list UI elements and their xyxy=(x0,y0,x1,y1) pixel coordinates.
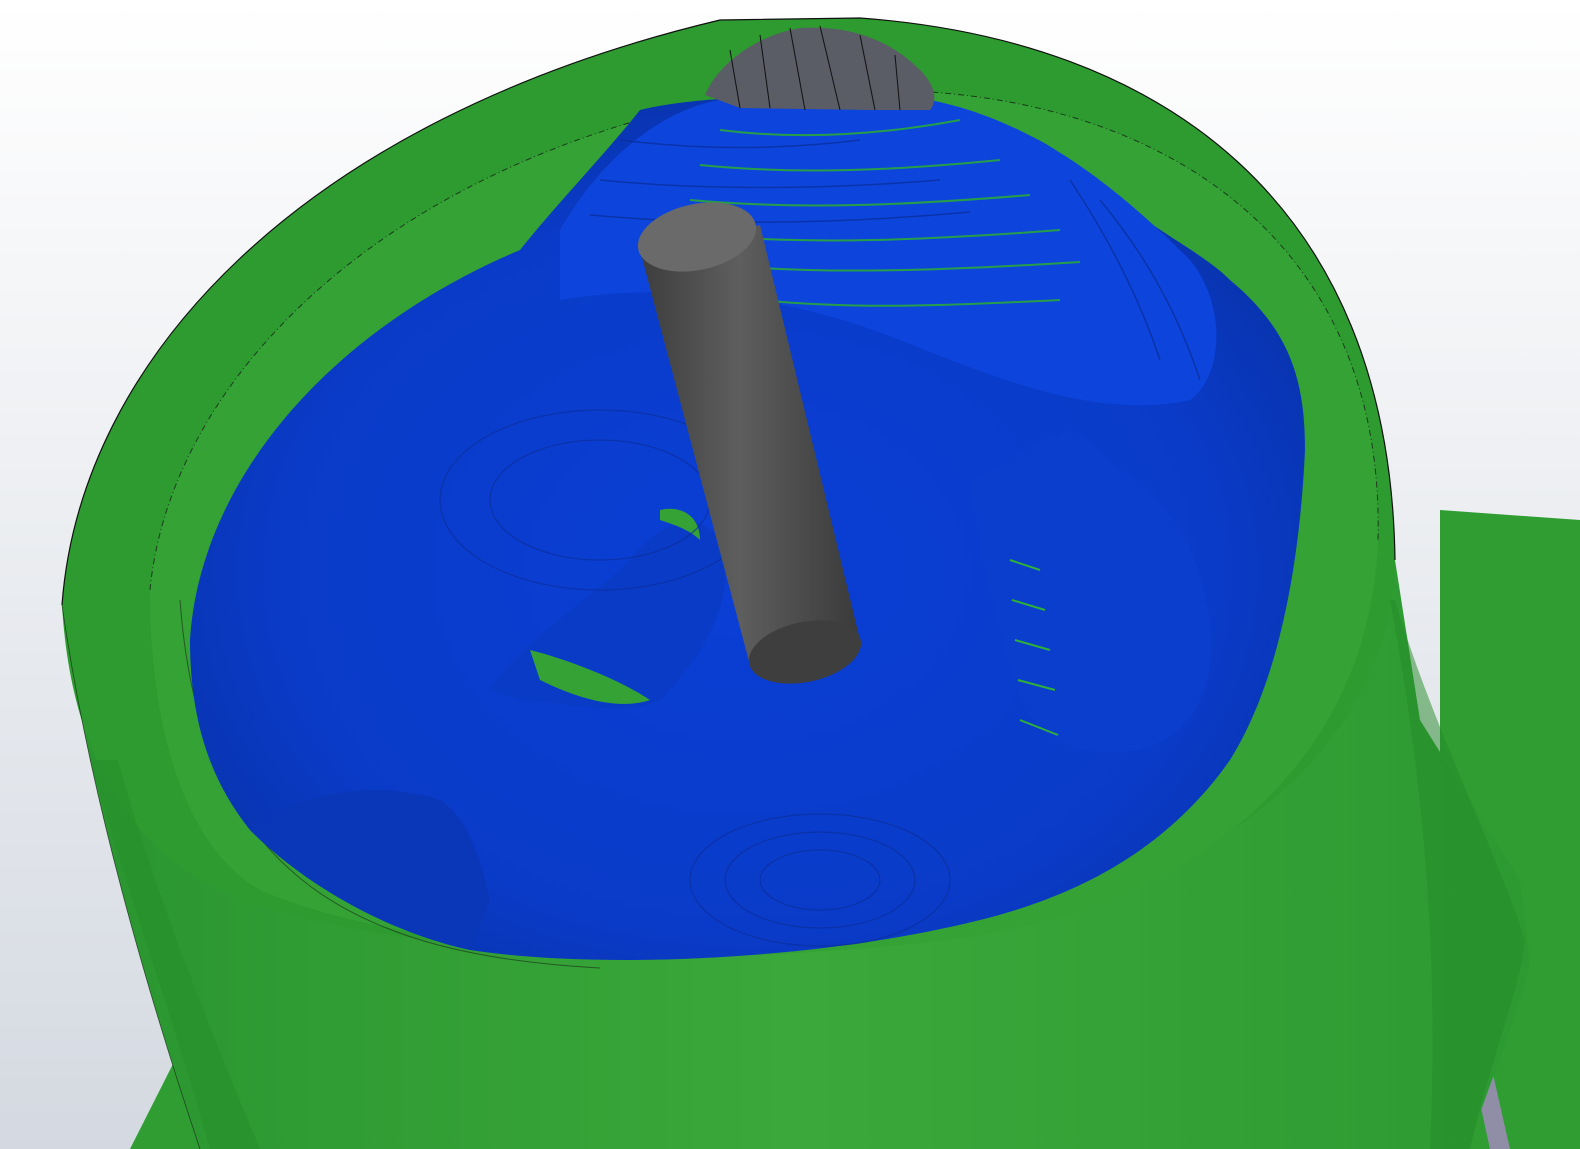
viewport-canvas[interactable] xyxy=(0,0,1580,1149)
cam-simulation-viewport[interactable] xyxy=(0,0,1580,1149)
